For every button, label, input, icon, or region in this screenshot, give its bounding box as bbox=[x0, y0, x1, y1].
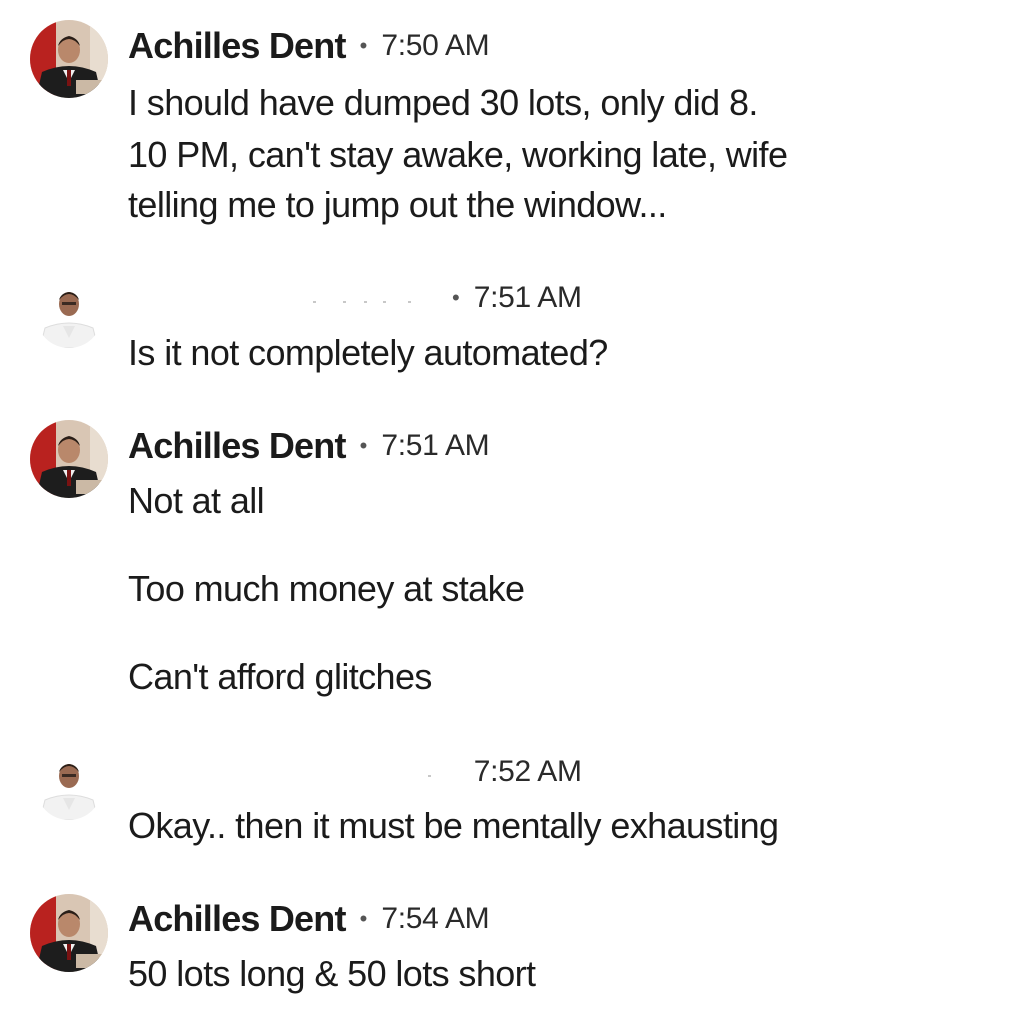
avatar-achilles-dent[interactable] bbox=[30, 420, 108, 498]
author-name[interactable]: Achilles Dent bbox=[128, 898, 346, 940]
message-text-line: I should have dumped 30 lots, only did 8… bbox=[128, 82, 758, 123]
message-header: Achilles Dent • 7:51 AM bbox=[128, 425, 490, 467]
avatar-other-user[interactable] bbox=[36, 754, 102, 820]
avatar-image bbox=[30, 894, 108, 972]
redacted-author-name[interactable] bbox=[128, 757, 438, 787]
message-header: • 7:51 AM bbox=[128, 278, 582, 318]
message-text-line: 50 lots long & 50 lots short bbox=[128, 953, 536, 994]
separator-dot: • bbox=[359, 433, 368, 458]
message-header: Achilles Dent • 7:50 AM bbox=[128, 25, 490, 67]
avatar-other-user[interactable] bbox=[36, 282, 102, 348]
separator-dot: • bbox=[359, 33, 368, 58]
timestamp: 7:51 AM bbox=[381, 429, 490, 462]
message-text-line: Is it not completely automated? bbox=[128, 332, 608, 373]
author-name[interactable]: Achilles Dent bbox=[128, 25, 346, 67]
avatar-achilles-dent[interactable] bbox=[30, 20, 108, 98]
timestamp: 7:51 AM bbox=[473, 281, 582, 314]
message-text-line: Okay.. then it must be mentally exhausti… bbox=[128, 805, 779, 846]
message-header: Achilles Dent • 7:54 AM bbox=[128, 898, 490, 940]
timestamp: 7:50 AM bbox=[381, 29, 490, 62]
message-text-line: Too much money at stake bbox=[128, 568, 525, 609]
author-name[interactable]: Achilles Dent bbox=[128, 425, 346, 467]
avatar-image bbox=[36, 282, 102, 348]
message-text-line: 10 PM, can't stay awake, working late, w… bbox=[128, 134, 788, 175]
message-text-line: Not at all bbox=[128, 480, 265, 521]
avatar-image bbox=[30, 420, 108, 498]
timestamp: 7:52 AM bbox=[473, 755, 582, 788]
message-header: • 7:52 AM bbox=[128, 752, 582, 792]
avatar-image bbox=[30, 20, 108, 98]
avatar-achilles-dent[interactable] bbox=[30, 894, 108, 972]
avatar-image bbox=[36, 754, 102, 820]
separator-dot: • bbox=[359, 906, 368, 931]
message-text-line: Can't afford glitches bbox=[128, 656, 432, 697]
separator-dot: • bbox=[452, 285, 460, 310]
message-text-line: telling me to jump out the window... bbox=[128, 184, 667, 225]
redacted-author-name[interactable] bbox=[128, 283, 438, 313]
timestamp: 7:54 AM bbox=[381, 902, 490, 935]
